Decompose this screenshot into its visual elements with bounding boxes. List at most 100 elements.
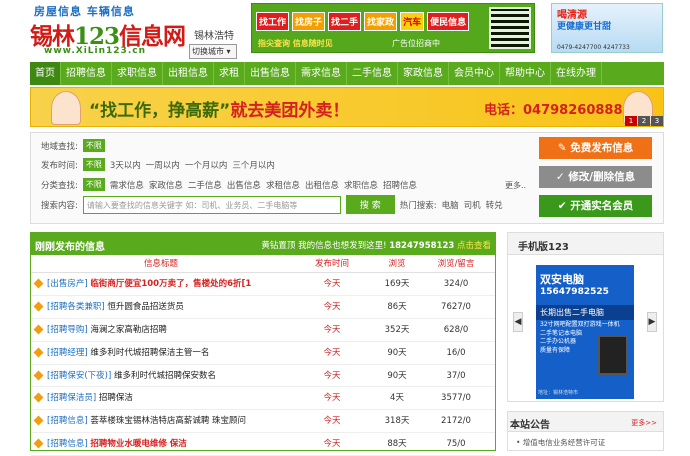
- listing-views: 4天: [390, 393, 404, 404]
- listing-title[interactable]: 荟萃楼珠宝锡林浩特店高薪诚聘 珠宝顾问: [90, 416, 246, 426]
- table-row[interactable]: [出售房产] 临街商厅便宜100万卖了，售楼处的6折[1 今天 169天 324/0: [31, 273, 495, 296]
- time-3days[interactable]: 3天以内: [110, 159, 141, 171]
- member-button[interactable]: ✔ 开通实名会员: [539, 195, 652, 217]
- time-month[interactable]: 一个月以内: [185, 159, 228, 171]
- listings-title: 刚刚发布的信息: [35, 242, 105, 253]
- category-rent-out[interactable]: 出租信息: [305, 179, 339, 191]
- category-sale[interactable]: 出售信息: [227, 179, 261, 191]
- category-secondhand[interactable]: 二手信息: [188, 179, 222, 191]
- publish-button[interactable]: ✎ 免费发布信息: [539, 137, 652, 159]
- category-jobs[interactable]: 招聘信息: [383, 179, 417, 191]
- hot-search-driver[interactable]: 司机: [464, 199, 481, 211]
- listing-category[interactable]: [出售房产]: [47, 279, 88, 289]
- listing-title-cell: [招聘信息] 荟萃楼珠宝锡林浩特店高薪诚聘 珠宝顾问: [31, 410, 287, 432]
- listing-comments: 16/0: [446, 347, 466, 358]
- nav-home[interactable]: 首页: [30, 62, 61, 85]
- hot-search-label: 热门搜索:: [399, 200, 437, 211]
- nav-member-center[interactable]: 会员中心: [449, 62, 500, 85]
- banner-page-2[interactable]: 2: [638, 116, 650, 126]
- nav-rent-out[interactable]: 出租信息: [163, 62, 214, 85]
- edit-delete-button[interactable]: ✓ 修改/删除信息: [539, 166, 652, 188]
- water-ad-slogan: 更健康更甘甜: [557, 22, 612, 32]
- listing-title-cell: [招聘经理] 维多利时代城招聘保洁主管一名: [31, 342, 287, 364]
- city-select[interactable]: 切换城市 ▾: [189, 44, 237, 59]
- next-arrow-icon[interactable]: ▶: [647, 312, 657, 332]
- ad-btn-secondhand[interactable]: 找二手: [328, 12, 362, 31]
- city-name: 锡林浩特: [194, 31, 234, 42]
- listings-table-header: 信息标题 发布时间 浏览 浏览/留言: [31, 255, 495, 273]
- promo-banner[interactable]: “找工作，挣高薪”就去美团外卖！ 电话：04798260888 1 2 3: [30, 87, 664, 127]
- listing-title[interactable]: 维多利时代城招聘保安数名: [114, 371, 216, 381]
- nav-secondhand[interactable]: 二手信息: [347, 62, 398, 85]
- table-row[interactable]: [招聘各类兼职] 恒升圆食品招送货员 今天 86天 7627/0: [31, 296, 495, 319]
- top-ad-banner[interactable]: 找工作 找房子 找二手 找家政 汽车 便民信息 指尖查询 信息随时见 广告位招商…: [251, 3, 535, 53]
- mobile-ad[interactable]: 双安电脑 15647982525 长期出售二手电脑 32寸网吧配置双打游戏一体机…: [536, 265, 634, 399]
- diamond-icon: [33, 347, 44, 358]
- category-housekeeping[interactable]: 家政信息: [149, 179, 183, 191]
- banner-page-3[interactable]: 3: [651, 116, 663, 126]
- notice-more[interactable]: 更多>>: [631, 418, 657, 428]
- site-logo[interactable]: 房屋信息 车辆信息 锡林123信息网 www.XiLin123.cn: [30, 3, 186, 57]
- category-label: 分类查找:: [41, 180, 78, 191]
- listing-title[interactable]: 招聘保洁: [99, 393, 133, 403]
- table-row[interactable]: [招聘保安(下夜)] 维多利时代城招聘保安数名 今天 90天 37/0: [31, 365, 495, 388]
- listing-category[interactable]: [招聘各类兼职]: [47, 302, 105, 312]
- category-job-seeking[interactable]: 求职信息: [344, 179, 378, 191]
- listing-category[interactable]: [招聘经理]: [47, 348, 88, 358]
- ad-btn-jobs[interactable]: 找工作: [256, 12, 290, 31]
- category-demand[interactable]: 需求信息: [110, 179, 144, 191]
- listing-category[interactable]: [招聘导购]: [47, 325, 88, 335]
- listing-comments: 37/0: [446, 370, 466, 381]
- promo-text: 黄钻置顶 我的信息也想发到这里!: [261, 241, 387, 251]
- listings-promo: 黄钻置顶 我的信息也想发到这里! 18247958123 点击查看: [261, 239, 491, 251]
- time-week[interactable]: 一周以内: [146, 159, 180, 171]
- listing-category[interactable]: [招聘保安(下夜)]: [47, 371, 111, 381]
- hot-search-transfer[interactable]: 转兑: [486, 199, 503, 211]
- mobile-panel: 手机版123 ◀ 双安电脑 15647982525 长期出售二手电脑 32寸网吧…: [507, 232, 664, 402]
- listing-views: 90天: [387, 370, 407, 381]
- listing-category[interactable]: [招聘保洁员]: [47, 393, 96, 403]
- listing-title[interactable]: 维多利时代城招聘保洁主管一名: [90, 348, 209, 358]
- ad-btn-car[interactable]: 汽车: [400, 12, 425, 31]
- nav-job-seeking[interactable]: 求职信息: [112, 62, 163, 85]
- ad-btn-house[interactable]: 找房子: [292, 12, 326, 31]
- nav-demand[interactable]: 需求信息: [296, 62, 347, 85]
- listing-title[interactable]: 海澜之家高勒店招聘: [90, 325, 167, 335]
- banner-page-1[interactable]: 1: [625, 116, 637, 126]
- listing-category[interactable]: [招聘信息]: [47, 416, 88, 426]
- time-any[interactable]: 不限: [82, 158, 105, 171]
- listing-comments: 324/0: [443, 279, 469, 289]
- listing-title[interactable]: 临街商厅便宜100万卖了，售楼处的6折[1: [90, 279, 251, 289]
- water-ad-banner[interactable]: 喝清源 更健康更甘甜 0479-4247700 4247733: [551, 3, 663, 53]
- nav-help[interactable]: 帮助中心: [500, 62, 551, 85]
- listing-title[interactable]: 恒升圆食品招送货员: [107, 302, 184, 312]
- ad-btn-convenience[interactable]: 便民信息: [427, 12, 470, 31]
- hot-search-computer[interactable]: 电脑: [442, 199, 459, 211]
- nav-jobs[interactable]: 招聘信息: [61, 62, 112, 85]
- promo-link[interactable]: 点击查看: [457, 241, 491, 251]
- time-3months[interactable]: 三个月以内: [232, 159, 275, 171]
- nav-online-service[interactable]: 在线办理: [551, 62, 602, 85]
- prev-arrow-icon[interactable]: ◀: [513, 312, 523, 332]
- notice-header: 本站公告 更多>>: [508, 412, 663, 432]
- listing-title[interactable]: 招聘物业水暖电维修 保洁: [90, 439, 186, 449]
- category-more-link[interactable]: 更多..: [505, 180, 526, 191]
- col-time: 发布时间: [314, 259, 349, 269]
- listing-category[interactable]: [招聘信息]: [47, 439, 88, 449]
- table-row[interactable]: [招聘保洁员] 招聘保洁 今天 4天 3577/0: [31, 387, 495, 411]
- table-row[interactable]: [招聘经理] 维多利时代城招聘保洁主管一名 今天 90天 16/0: [31, 342, 495, 365]
- table-row[interactable]: [招聘信息] 招聘物业水暖电维修 保洁 今天 88天 75/0: [31, 433, 495, 456]
- notice-item[interactable]: • 增值电信业务经营许可证: [508, 432, 663, 453]
- ad-btn-housekeeping[interactable]: 找家政: [364, 12, 398, 31]
- table-row[interactable]: [招聘信息] 荟萃楼珠宝锡林浩特店高薪诚聘 珠宝顾问 今天 318天 2172/0: [31, 410, 495, 434]
- listing-comments: 75/0: [446, 439, 466, 450]
- category-any[interactable]: 不限: [82, 178, 105, 191]
- table-row[interactable]: [招聘导购] 海澜之家高勒店招聘 今天 352天 628/0: [31, 319, 495, 342]
- region-any[interactable]: 不限: [82, 139, 105, 152]
- nav-for-sale[interactable]: 出售信息: [245, 62, 296, 85]
- nav-rent-wanted[interactable]: 求租: [214, 62, 245, 85]
- nav-housekeeping[interactable]: 家政信息: [398, 62, 449, 85]
- category-rent-wanted[interactable]: 求租信息: [266, 179, 300, 191]
- search-input[interactable]: 请输入要查找的信息关键字 如：司机、业务员、二手电脑等: [82, 195, 341, 214]
- search-button[interactable]: 搜 索: [345, 195, 395, 214]
